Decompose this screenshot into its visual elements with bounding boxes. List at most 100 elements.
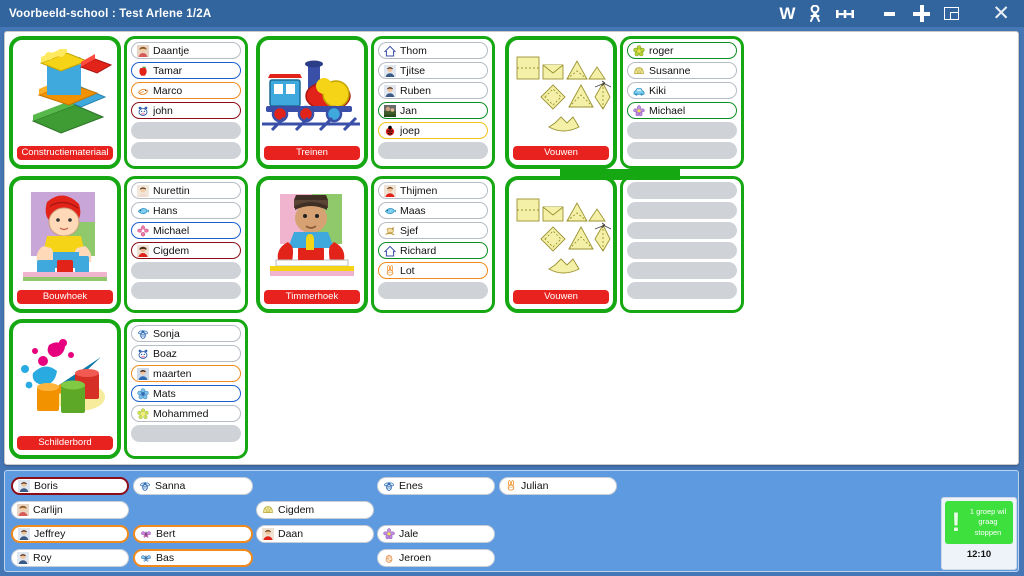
empty-slot[interactable] — [627, 262, 737, 279]
tray-child-chip[interactable]: Daan — [256, 525, 374, 543]
bee-icon — [383, 480, 395, 492]
group-picture-vouwen-1[interactable]: Vouwen — [505, 36, 617, 169]
empty-slot[interactable] — [131, 142, 241, 159]
child-chip[interactable]: maarten — [131, 365, 241, 382]
group-card-treinen[interactable]: Treinen Thom Tjitse Ruben Jan joep — [256, 36, 495, 169]
child-chip[interactable]: Hans — [131, 202, 241, 219]
child-chip[interactable]: Kiki — [627, 82, 737, 99]
window-title: Voorbeeld-school : Test Arlene 1/2A — [9, 7, 212, 20]
group-card-timmerhoek[interactable]: Timmerhoek Thijmen Maas Sjef Richard Lot — [256, 176, 495, 313]
apple-icon — [137, 65, 149, 77]
photo-girl-red-icon — [137, 244, 149, 257]
paint-pots-icon — [13, 327, 117, 429]
child-name: Bert — [156, 528, 176, 540]
child-chip[interactable]: Marco — [131, 82, 241, 99]
child-name: Thom — [400, 44, 427, 57]
group-picture-bouwhoek[interactable]: Bouwhoek — [9, 176, 121, 313]
child-chip[interactable]: joep — [378, 122, 488, 139]
empty-slot[interactable] — [627, 202, 737, 219]
tray-child-chip[interactable]: Cigdem — [256, 501, 374, 519]
empty-slot[interactable] — [627, 222, 737, 239]
empty-slot[interactable] — [131, 122, 241, 139]
photo-icon — [384, 104, 396, 117]
empty-slot[interactable] — [131, 425, 241, 442]
shell-icon — [262, 504, 274, 516]
tray-child-chip[interactable]: Roy — [11, 549, 129, 567]
empty-slot[interactable] — [627, 182, 737, 199]
child-chip[interactable]: Susanne — [627, 62, 737, 79]
child-chip[interactable]: john — [131, 102, 241, 119]
child-chip[interactable]: Mats — [131, 385, 241, 402]
child-chip[interactable]: Michael — [627, 102, 737, 119]
tray-child-chip[interactable]: Bas — [133, 549, 253, 567]
child-chip[interactable]: Jan — [378, 102, 488, 119]
tray-child-chip[interactable]: Sanna — [133, 477, 253, 495]
restore-icon[interactable] — [944, 0, 960, 27]
empty-slot[interactable] — [627, 242, 737, 259]
child-chip[interactable]: Tamar — [131, 62, 241, 79]
child-name: joep — [400, 124, 420, 137]
child-chip[interactable]: Lot — [378, 262, 488, 279]
child-chip[interactable]: Daantje — [131, 42, 241, 59]
child-chip[interactable]: Mohammed — [131, 405, 241, 422]
tray-child-chip[interactable]: Jeffrey — [11, 525, 129, 543]
group-card-bouwhoek[interactable]: Bouwhoek Nurettin Hans Michael Cigdem — [9, 176, 248, 313]
child-chip[interactable]: Sonja — [131, 325, 241, 342]
group-card-schilderbord[interactable]: Schilderbord Sonja Boaz maarten Mats Mohammed — [9, 319, 248, 459]
child-chip[interactable]: Sjef — [378, 222, 488, 239]
empty-slot[interactable] — [378, 282, 488, 299]
child-name: Daan — [278, 528, 304, 540]
tray-column-2: Sanna Bert Bas — [133, 477, 253, 573]
empty-slot[interactable] — [627, 142, 737, 159]
close-icon[interactable]: ✕ — [992, 0, 1010, 27]
child-chip[interactable]: Cigdem — [131, 242, 241, 259]
tray-child-chip[interactable]: Julian — [499, 477, 617, 495]
group-label-vouwen-1: Vouwen — [513, 145, 609, 160]
tray-child-chip[interactable]: Enes — [377, 477, 495, 495]
child-chip[interactable]: Michael — [131, 222, 241, 239]
maximize-plus-icon[interactable] — [913, 0, 931, 27]
tray-child-chip[interactable]: Jale — [377, 525, 495, 543]
child-chip[interactable]: Maas — [378, 202, 488, 219]
child-chip[interactable]: Ruben — [378, 82, 488, 99]
child-chip[interactable]: Boaz — [131, 345, 241, 362]
group-card-vouwen-2[interactable]: Vouwen — [505, 176, 744, 313]
title-bar: Voorbeeld-school : Test Arlene 1/2A W ✕ — [0, 0, 1024, 27]
child-name: Jale — [399, 528, 419, 540]
child-chip[interactable]: Tjitse — [378, 62, 488, 79]
child-name: Maas — [400, 204, 426, 217]
group-picture-timmerhoek[interactable]: Timmerhoek — [256, 176, 368, 313]
group-picture-vouwen-2[interactable]: Vouwen — [505, 176, 617, 313]
child-chip[interactable]: Richard — [378, 242, 488, 259]
group-card-vouwen-1[interactable]: Vouwen roger Susanne Kiki Michael — [505, 36, 744, 169]
group-picture-treinen[interactable]: Treinen — [256, 36, 368, 169]
tray-child-chip[interactable]: Boris — [11, 477, 129, 495]
child-chip[interactable]: Thijmen — [378, 182, 488, 199]
empty-slot[interactable] — [131, 282, 241, 299]
child-name: Sanna — [155, 480, 186, 492]
child-chip[interactable]: Nurettin — [131, 182, 241, 199]
group-card-constructiemateriaal[interactable]: Constructiemateriaal Daantje Tamar Marco joh… — [9, 36, 248, 169]
lego-bricks-icon — [13, 44, 117, 139]
empty-slot[interactable] — [378, 142, 488, 159]
group-icon[interactable] — [836, 0, 855, 27]
child-name: Lot — [400, 264, 415, 277]
word-icon[interactable]: W — [779, 0, 795, 27]
status-alert[interactable]: ! 1 groep wil graag stoppen 12:10 — [941, 497, 1017, 570]
child-name: Nurettin — [153, 184, 190, 197]
rabbit-icon — [384, 264, 396, 277]
tray-child-chip[interactable]: Jeroen — [377, 549, 495, 567]
group-picture-schilderbord[interactable]: Schilderbord — [9, 319, 121, 459]
person-icon[interactable] — [808, 0, 822, 27]
child-name: Carlijn — [33, 504, 63, 516]
tray-child-chip[interactable]: Carlijn — [11, 501, 129, 519]
empty-slot[interactable] — [131, 262, 241, 279]
child-building-icon — [13, 184, 117, 283]
empty-slot[interactable] — [627, 282, 737, 299]
child-chip[interactable]: Thom — [378, 42, 488, 59]
tray-child-chip[interactable]: Bert — [133, 525, 253, 543]
group-picture-constructiemateriaal[interactable]: Constructiemateriaal — [9, 36, 121, 169]
empty-slot[interactable] — [627, 122, 737, 139]
child-chip[interactable]: roger — [627, 42, 737, 59]
minimize-icon[interactable] — [884, 0, 899, 27]
